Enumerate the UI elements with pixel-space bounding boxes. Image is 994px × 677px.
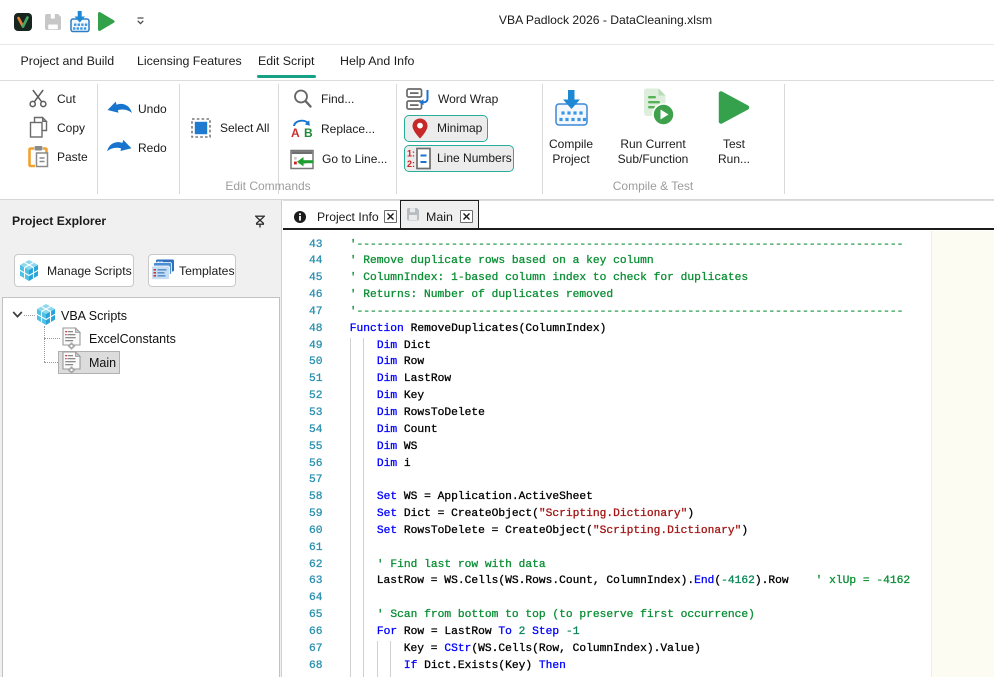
svg-text:A: A [291, 126, 300, 138]
svg-text:B: B [304, 126, 313, 138]
svg-text:1:: 1: [407, 149, 415, 159]
svg-text:2:: 2: [407, 159, 415, 169]
